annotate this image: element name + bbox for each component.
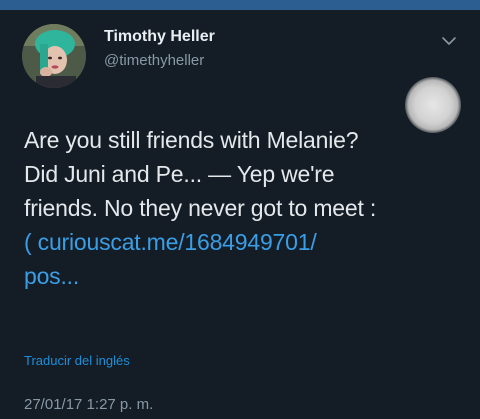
- translate-link[interactable]: Traducir del inglés: [24, 353, 130, 368]
- chevron-down-icon[interactable]: [440, 34, 458, 48]
- tweet-text-line: Are you still friends with Melanie?: [24, 127, 359, 153]
- tweet-timestamp: 27/01/17 1:27 p. m.: [24, 396, 154, 413]
- tweet-text-line: Did Juni and Pe... — Yep we're: [24, 161, 335, 187]
- avatar[interactable]: [22, 24, 86, 88]
- tweet-text-line: friends. No they never got to meet :: [24, 195, 377, 221]
- tweet-link[interactable]: ( curiouscat.me/1684949701/: [24, 225, 464, 259]
- avatar-photo: [22, 24, 86, 88]
- author-name[interactable]: Timothy Heller: [104, 28, 215, 46]
- tweet-text: Are you still friends with Melanie? Did …: [24, 123, 464, 293]
- tweet-card[interactable]: Timothy Heller @timethyheller Are you st…: [0, 10, 480, 419]
- author-handle[interactable]: @timethyheller: [104, 52, 204, 69]
- top-app-strip: [0, 0, 480, 10]
- tweet-link-continued[interactable]: pos...: [24, 259, 464, 293]
